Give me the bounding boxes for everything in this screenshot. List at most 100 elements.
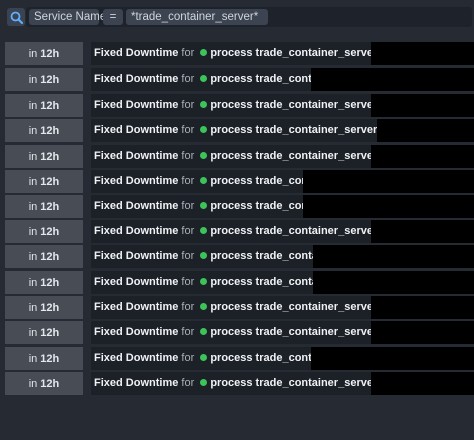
- service-state-dot: [200, 379, 208, 387]
- redacted-host-name: [311, 68, 474, 91]
- downtime-type: Fixed Downtime: [94, 276, 179, 288]
- downtime-row[interactable]: in 12h Fixed Downtime for process trade_co…: [5, 220, 474, 243]
- downtime-description-cell: Fixed Downtime for process trade_contain…: [91, 347, 474, 370]
- downtime-row[interactable]: in 12h Fixed Downtime for process trade_co…: [5, 245, 474, 268]
- downtime-type: Fixed Downtime: [94, 99, 179, 111]
- downtime-time-cell: in 12h: [5, 145, 83, 168]
- service-state-dot: [200, 126, 208, 134]
- redacted-host-name: [371, 145, 474, 168]
- for-label: for: [181, 124, 195, 136]
- downtime-row[interactable]: in 12h Fixed Downtime for process trade_co…: [5, 347, 474, 370]
- for-label: for: [181, 326, 195, 338]
- downtime-row[interactable]: in 12h Fixed Downtime for process trade_co…: [5, 170, 474, 193]
- downtime-type: Fixed Downtime: [94, 250, 179, 262]
- filter-operator-chip[interactable]: =: [103, 9, 123, 25]
- time-prefix: in: [28, 352, 38, 365]
- downtime-row[interactable]: in 12h Fixed Downtime for process trade_co…: [5, 372, 474, 395]
- service-state-dot: [200, 303, 208, 311]
- service-name: process trade_container_server: [210, 47, 378, 59]
- time-value: 12h: [40, 73, 60, 86]
- downtime-description-cell: Fixed Downtime for process trade_contain…: [91, 271, 474, 294]
- downtime-type: Fixed Downtime: [94, 124, 179, 136]
- redacted-host-name: [371, 372, 474, 395]
- time-prefix: in: [28, 276, 38, 289]
- time-prefix: in: [28, 47, 38, 60]
- downtime-description-cell: Fixed Downtime for process trade_contain…: [91, 220, 474, 243]
- time-prefix: in: [28, 150, 38, 163]
- downtime-row[interactable]: in 12h Fixed Downtime for process trade_co…: [5, 68, 474, 91]
- downtime-type: Fixed Downtime: [94, 150, 179, 162]
- time-prefix: in: [28, 124, 38, 137]
- downtime-time-cell: in 12h: [5, 347, 83, 370]
- for-label: for: [181, 99, 195, 111]
- time-value: 12h: [40, 150, 60, 163]
- redacted-host-name: [311, 347, 474, 370]
- time-prefix: in: [28, 377, 38, 390]
- service-name: process trade_container_server: [210, 377, 378, 389]
- for-label: for: [181, 301, 195, 313]
- downtime-time-cell: in 12h: [5, 195, 83, 218]
- time-prefix: in: [28, 200, 38, 213]
- redacted-host-name: [377, 119, 474, 142]
- downtime-time-cell: in 12h: [5, 94, 83, 117]
- for-label: for: [181, 150, 195, 162]
- downtime-time-cell: in 12h: [5, 372, 83, 395]
- redacted-host-name: [371, 321, 474, 344]
- for-label: for: [181, 225, 195, 237]
- for-label: for: [181, 276, 195, 288]
- downtime-description-cell: Fixed Downtime for process trade_contain…: [91, 170, 474, 193]
- service-name: process trade_container_server: [210, 301, 378, 313]
- filter-field-chip[interactable]: Service Name: [29, 9, 106, 25]
- time-value: 12h: [40, 301, 60, 314]
- time-value: 12h: [40, 200, 60, 213]
- for-label: for: [181, 175, 195, 187]
- time-value: 12h: [40, 175, 60, 188]
- for-label: for: [181, 47, 195, 59]
- for-label: for: [181, 73, 195, 85]
- downtime-description-cell: Fixed Downtime for process trade_contain…: [91, 296, 474, 319]
- downtime-description-cell: Fixed Downtime for process trade_contain…: [91, 372, 474, 395]
- downtime-type: Fixed Downtime: [94, 47, 179, 59]
- downtime-row[interactable]: in 12h Fixed Downtime for process trade_co…: [5, 145, 474, 168]
- downtime-row[interactable]: in 12h Fixed Downtime for process trade_co…: [5, 271, 474, 294]
- time-value: 12h: [40, 352, 60, 365]
- downtime-time-cell: in 12h: [5, 321, 83, 344]
- downtime-row[interactable]: in 12h Fixed Downtime for process trade_co…: [5, 42, 474, 65]
- downtime-row[interactable]: in 12h Fixed Downtime for process trade_co…: [5, 94, 474, 117]
- downtime-row[interactable]: in 12h Fixed Downtime for process trade_co…: [5, 195, 474, 218]
- time-prefix: in: [28, 175, 38, 188]
- for-label: for: [181, 250, 195, 262]
- downtime-row[interactable]: in 12h Fixed Downtime for process trade_co…: [5, 321, 474, 344]
- time-prefix: in: [28, 73, 38, 86]
- downtime-description-cell: Fixed Downtime for process trade_contain…: [91, 245, 474, 268]
- downtime-type: Fixed Downtime: [94, 352, 179, 364]
- downtime-description-cell: Fixed Downtime for process trade_contain…: [91, 321, 474, 344]
- service-state-dot: [200, 278, 208, 286]
- downtime-time-cell: in 12h: [5, 68, 83, 91]
- time-value: 12h: [40, 99, 60, 112]
- search-icon[interactable]: [7, 8, 25, 26]
- for-label: for: [181, 377, 195, 389]
- time-value: 12h: [40, 47, 60, 60]
- redacted-host-name: [371, 296, 474, 319]
- time-value: 12h: [40, 377, 60, 390]
- redacted-host-name: [371, 220, 474, 243]
- filter-bar: Service Name = *trade_container_server*: [0, 0, 474, 34]
- downtime-type: Fixed Downtime: [94, 377, 179, 389]
- service-state-dot: [200, 354, 208, 362]
- downtime-row[interactable]: in 12h Fixed Downtime for process trade_co…: [5, 296, 474, 319]
- redacted-host-name: [303, 170, 474, 193]
- redacted-host-name: [303, 195, 474, 218]
- downtime-time-cell: in 12h: [5, 119, 83, 142]
- for-label: for: [181, 200, 195, 212]
- downtime-type: Fixed Downtime: [94, 73, 179, 85]
- service-state-dot: [200, 177, 208, 185]
- downtime-time-cell: in 12h: [5, 271, 83, 294]
- time-value: 12h: [40, 225, 60, 238]
- downtime-type: Fixed Downtime: [94, 200, 179, 212]
- time-prefix: in: [28, 326, 38, 339]
- search-filter-input[interactable]: Service Name = *trade_container_server*: [26, 7, 472, 27]
- downtime-row[interactable]: in 12h Fixed Downtime for process trade_co…: [5, 119, 474, 142]
- filter-value-chip[interactable]: *trade_container_server*: [126, 9, 268, 25]
- redacted-host-name: [371, 94, 474, 117]
